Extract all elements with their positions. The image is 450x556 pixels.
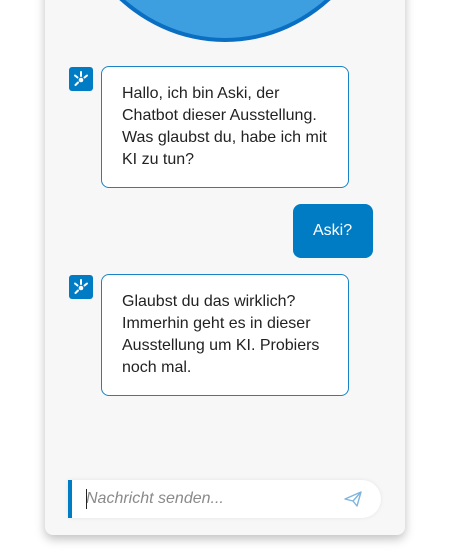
message-composer — [68, 480, 381, 518]
chat-panel: Hallo, ich bin Aski, der Chatbot dieser … — [45, 0, 405, 535]
paper-plane-icon — [344, 491, 362, 507]
message-input[interactable] — [86, 488, 326, 510]
send-button[interactable] — [343, 489, 363, 509]
aski-bot-icon — [69, 275, 93, 299]
bot-message-text: Glaubst du das wirklich? Immerhin geht e… — [122, 293, 320, 376]
bot-message-text: Hallo, ich bin Aski, der Chatbot dieser … — [122, 85, 327, 168]
user-message-bubble: Aski? — [293, 204, 373, 258]
search-magnifier-icon — [179, 0, 289, 16]
chat-header-graphic — [60, 0, 390, 42]
user-message-text: Aski? — [313, 222, 353, 239]
aski-bot-icon — [69, 67, 93, 91]
text-caret — [86, 489, 87, 509]
bot-message-bubble: Hallo, ich bin Aski, der Chatbot dieser … — [101, 66, 349, 188]
bot-message-bubble: Glaubst du das wirklich? Immerhin geht e… — [101, 274, 349, 396]
